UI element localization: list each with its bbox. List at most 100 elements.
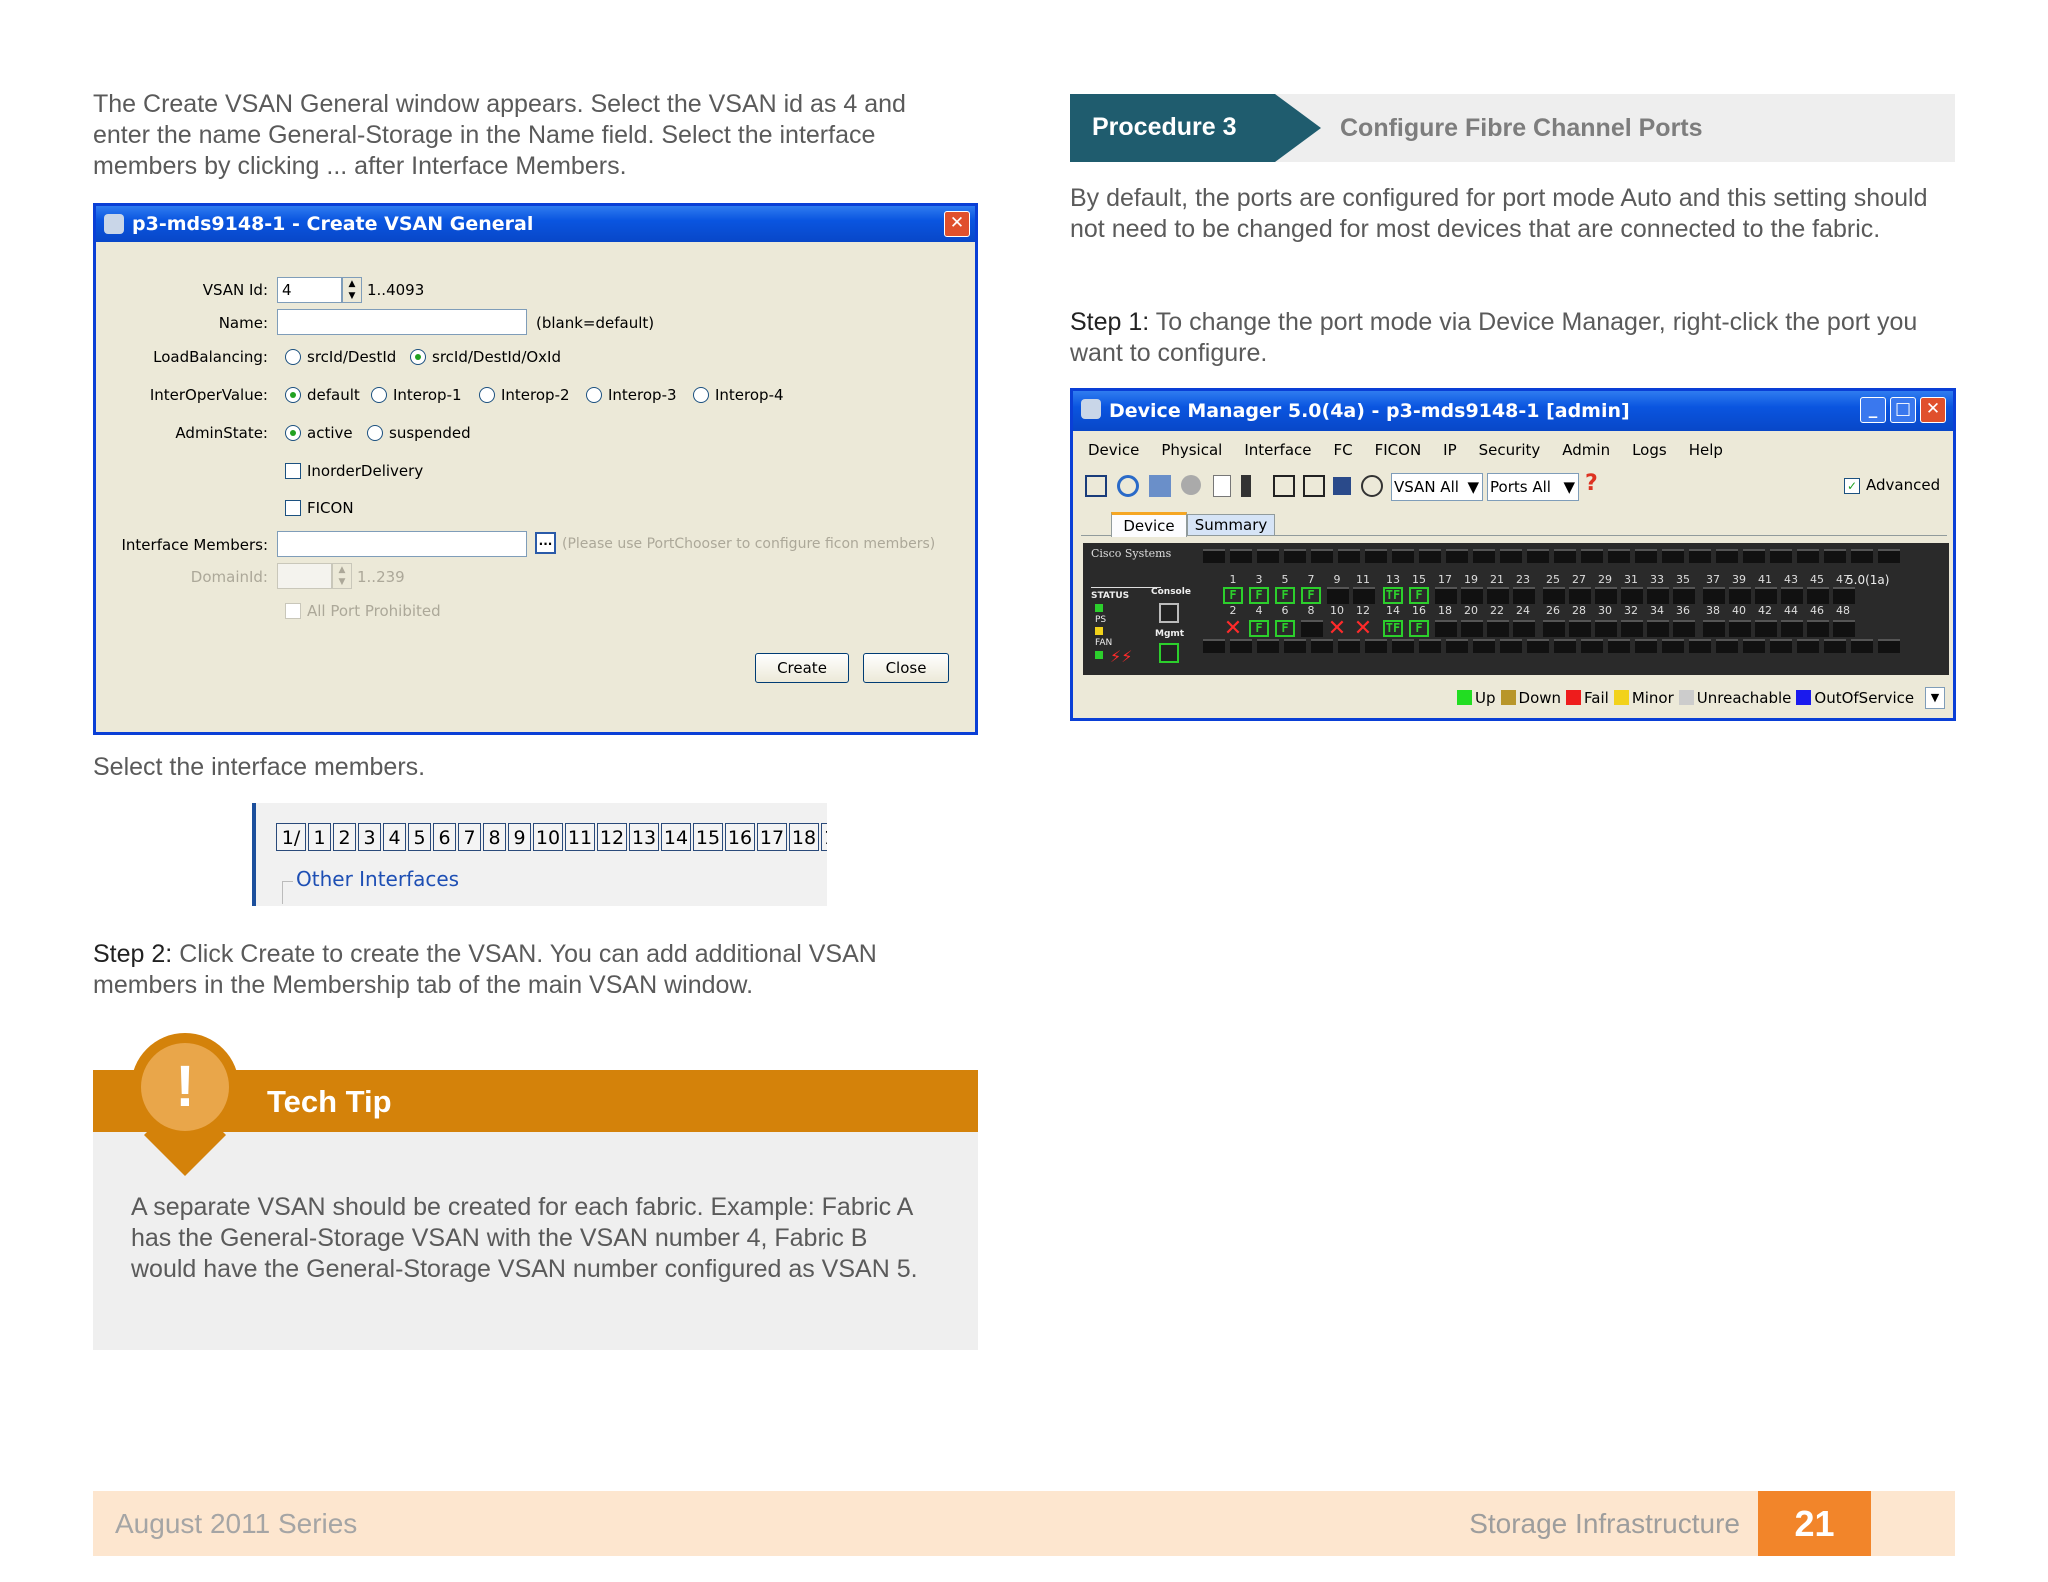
fc-port[interactable] bbox=[1703, 620, 1725, 637]
fc-port[interactable] bbox=[1435, 587, 1457, 604]
fc-port-up[interactable]: F bbox=[1275, 620, 1295, 637]
port-chooser-port[interactable]: 2 bbox=[333, 823, 356, 851]
fc-port[interactable] bbox=[1807, 620, 1829, 637]
interoper-radio-4[interactable] bbox=[693, 387, 709, 403]
create-button[interactable]: Create bbox=[755, 653, 849, 683]
refresh-icon[interactable] bbox=[1117, 475, 1139, 497]
fc-port[interactable] bbox=[1595, 587, 1617, 604]
allport-checkbox[interactable] bbox=[285, 603, 301, 619]
vsan-id-input[interactable]: 4 bbox=[277, 277, 342, 303]
members-input[interactable] bbox=[277, 531, 527, 557]
menu-item-ip[interactable]: IP bbox=[1443, 441, 1456, 459]
fc-port[interactable] bbox=[1807, 587, 1829, 604]
lb-radio-srcid-destid[interactable] bbox=[285, 349, 301, 365]
port-chooser-port[interactable]: 9 bbox=[508, 823, 531, 851]
fc-port[interactable] bbox=[1487, 587, 1509, 604]
fc-port[interactable] bbox=[1543, 587, 1565, 604]
edit-icon[interactable] bbox=[1303, 475, 1325, 497]
fc-port-up[interactable]: F bbox=[1275, 587, 1295, 604]
ficon-checkbox[interactable] bbox=[285, 500, 301, 516]
close-button[interactable]: Close bbox=[863, 653, 949, 683]
fc-port[interactable] bbox=[1781, 620, 1803, 637]
port-chooser-port[interactable]: 12 bbox=[597, 823, 627, 851]
adminstate-radio-suspended[interactable] bbox=[367, 425, 383, 441]
legend-dropdown-icon[interactable]: ▼ bbox=[1925, 687, 1945, 709]
fc-port[interactable] bbox=[1621, 587, 1643, 604]
fc-port-up[interactable]: TF bbox=[1383, 620, 1403, 637]
port-chooser-port[interactable]: 19 bbox=[821, 823, 827, 851]
fc-port-failed[interactable]: ✕ bbox=[1353, 618, 1373, 640]
fc-port-up[interactable]: F bbox=[1249, 620, 1269, 637]
rack-icon[interactable] bbox=[1241, 475, 1251, 497]
fc-port[interactable] bbox=[1301, 620, 1323, 637]
fc-port[interactable] bbox=[1569, 620, 1591, 637]
domainid-input[interactable] bbox=[277, 563, 332, 589]
adminstate-radio-active[interactable] bbox=[285, 425, 301, 441]
fc-port[interactable] bbox=[1513, 620, 1535, 637]
port-chooser-port[interactable]: 7 bbox=[458, 823, 481, 851]
fc-port[interactable] bbox=[1673, 620, 1695, 637]
fc-port[interactable] bbox=[1755, 620, 1777, 637]
fc-port-failed[interactable]: ✕ bbox=[1223, 618, 1243, 640]
lb-radio-srcid-destid-oxid[interactable] bbox=[410, 349, 426, 365]
tab-device[interactable]: Device bbox=[1111, 512, 1187, 537]
fc-port[interactable] bbox=[1327, 587, 1349, 604]
fc-port-up[interactable]: TF bbox=[1383, 587, 1403, 604]
fc-port[interactable] bbox=[1703, 587, 1725, 604]
port-chooser-port[interactable]: 4 bbox=[383, 823, 406, 851]
port-chooser-port[interactable]: 1 bbox=[308, 823, 331, 851]
menu-item-security[interactable]: Security bbox=[1479, 441, 1541, 459]
fc-port[interactable] bbox=[1569, 587, 1591, 604]
menu-item-ficon[interactable]: FICON bbox=[1375, 441, 1422, 459]
port-chooser-port[interactable]: 16 bbox=[725, 823, 755, 851]
port-chooser-port[interactable]: 3 bbox=[358, 823, 381, 851]
fc-port[interactable] bbox=[1461, 620, 1483, 637]
inorder-checkbox[interactable] bbox=[285, 463, 301, 479]
port-chooser-port[interactable]: 11 bbox=[565, 823, 595, 851]
interoper-radio-2[interactable] bbox=[479, 387, 495, 403]
fc-port-up[interactable]: F bbox=[1223, 587, 1243, 604]
fc-port-up[interactable]: F bbox=[1301, 587, 1321, 604]
fc-port[interactable] bbox=[1647, 587, 1669, 604]
search-icon[interactable] bbox=[1181, 475, 1201, 495]
fc-port[interactable] bbox=[1673, 587, 1695, 604]
port-chooser-port[interactable]: 1/ bbox=[276, 823, 306, 851]
fc-port[interactable] bbox=[1729, 620, 1751, 637]
fc-port[interactable] bbox=[1543, 620, 1565, 637]
port-chooser-port[interactable]: 6 bbox=[433, 823, 456, 851]
close-icon[interactable]: ✕ bbox=[944, 211, 970, 237]
advanced-checkbox[interactable]: ✓ bbox=[1844, 478, 1860, 494]
fc-port-failed[interactable]: ✕ bbox=[1327, 618, 1347, 640]
menu-item-admin[interactable]: Admin bbox=[1562, 441, 1610, 459]
menu-item-interface[interactable]: Interface bbox=[1244, 441, 1311, 459]
interoper-radio-3[interactable] bbox=[586, 387, 602, 403]
fc-port[interactable] bbox=[1621, 620, 1643, 637]
minimize-icon[interactable]: _ bbox=[1860, 397, 1886, 423]
interoper-radio-1[interactable] bbox=[371, 387, 387, 403]
copy-icon[interactable] bbox=[1273, 475, 1295, 497]
chassis-icon[interactable] bbox=[1085, 475, 1107, 497]
port-chooser-port[interactable]: 15 bbox=[693, 823, 723, 851]
menu-item-fc[interactable]: FC bbox=[1334, 441, 1353, 459]
domainid-spinner[interactable]: ▲ ▼ bbox=[332, 563, 352, 589]
lock-icon[interactable] bbox=[1333, 477, 1351, 495]
vsan-id-spinner[interactable]: ▲ ▼ bbox=[342, 277, 362, 303]
port-chooser-port[interactable]: 10 bbox=[533, 823, 563, 851]
log-icon[interactable] bbox=[1213, 475, 1231, 497]
menu-item-physical[interactable]: Physical bbox=[1161, 441, 1222, 459]
console-port[interactable] bbox=[1159, 603, 1179, 623]
port-chooser-port[interactable]: 13 bbox=[629, 823, 659, 851]
interoper-radio-default[interactable] bbox=[285, 387, 301, 403]
close-icon[interactable]: ✕ bbox=[1920, 397, 1946, 423]
fc-port-up[interactable]: F bbox=[1249, 587, 1269, 604]
fc-port[interactable] bbox=[1833, 587, 1855, 604]
fc-port[interactable] bbox=[1435, 620, 1457, 637]
help-icon[interactable]: ? bbox=[1585, 471, 1598, 496]
port-chooser-port[interactable]: 8 bbox=[483, 823, 506, 851]
fc-port-up[interactable]: F bbox=[1409, 620, 1429, 637]
port-chooser-port[interactable]: 18 bbox=[789, 823, 819, 851]
topology-icon[interactable] bbox=[1149, 475, 1171, 497]
fc-port[interactable] bbox=[1729, 587, 1751, 604]
port-chooser-port[interactable]: 14 bbox=[661, 823, 691, 851]
port-chooser-port[interactable]: 17 bbox=[757, 823, 787, 851]
